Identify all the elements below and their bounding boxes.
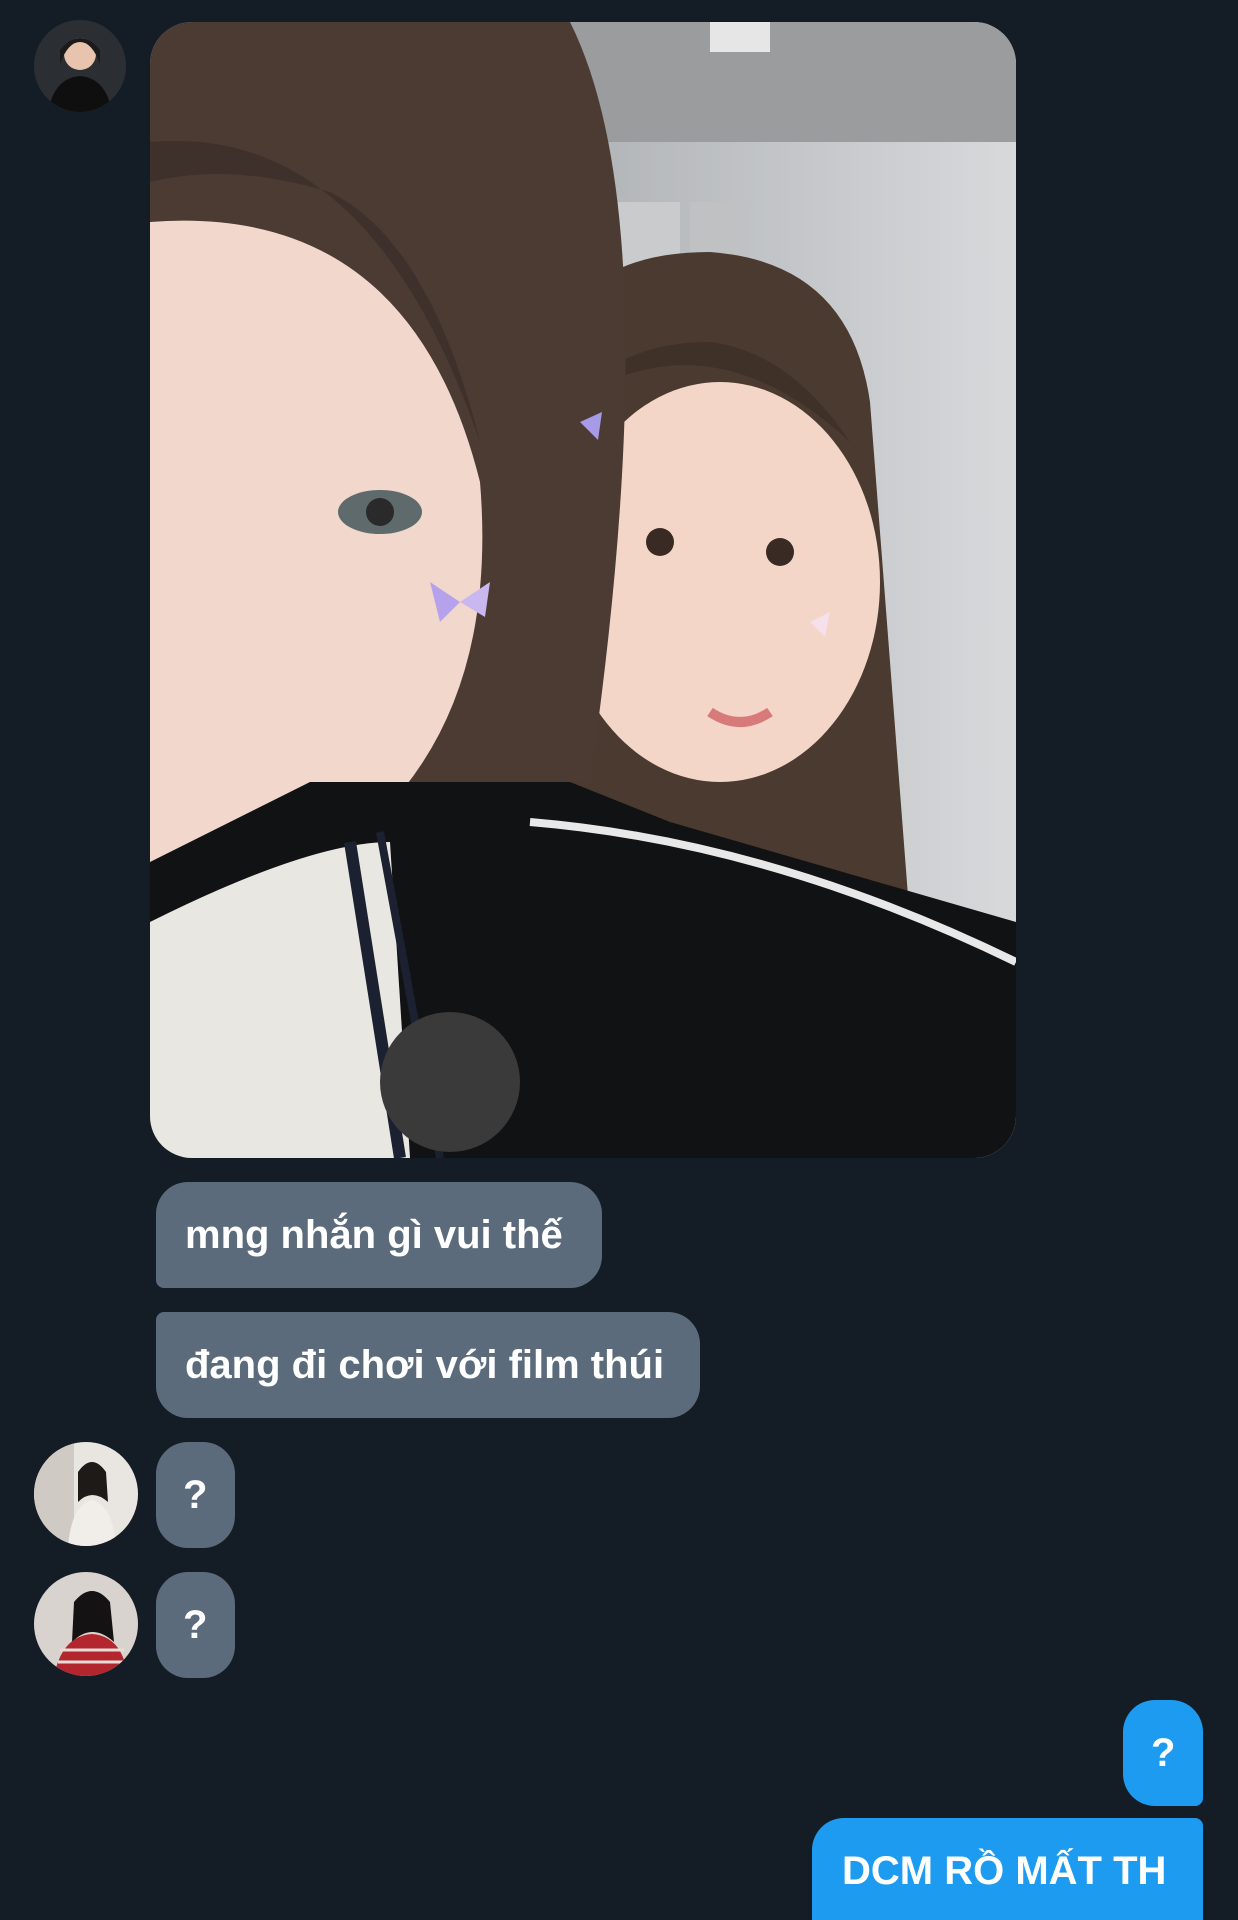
avatar-image: [34, 20, 126, 112]
message-text: mng nhắn gì vui thế: [185, 1213, 563, 1257]
incoming-message-bubble[interactable]: đang đi chơi với film thúi: [156, 1312, 700, 1418]
message-text: ?: [1151, 1731, 1176, 1775]
photo-message[interactable]: [150, 22, 1016, 1158]
outgoing-message-bubble[interactable]: DCM RỒ MẤT TH: [812, 1818, 1203, 1920]
message-text: đang đi chơi với film thúi: [185, 1343, 665, 1387]
incoming-message-bubble[interactable]: ?: [156, 1442, 235, 1548]
sender-avatar-1[interactable]: [34, 20, 126, 112]
avatar-image: [34, 1572, 138, 1676]
message-text: DCM RỒ MẤT TH: [842, 1849, 1167, 1893]
message-text: ?: [183, 1603, 208, 1647]
message-text: ?: [183, 1473, 208, 1517]
incoming-message-bubble[interactable]: mng nhắn gì vui thế: [156, 1182, 602, 1288]
sender-avatar-3[interactable]: [34, 1572, 138, 1676]
avatar-image: [34, 1442, 138, 1546]
outgoing-message-bubble[interactable]: ?: [1123, 1700, 1203, 1806]
incoming-message-bubble[interactable]: ?: [156, 1572, 235, 1678]
selfie-photo: [150, 22, 1016, 1158]
sender-avatar-2[interactable]: [34, 1442, 138, 1546]
